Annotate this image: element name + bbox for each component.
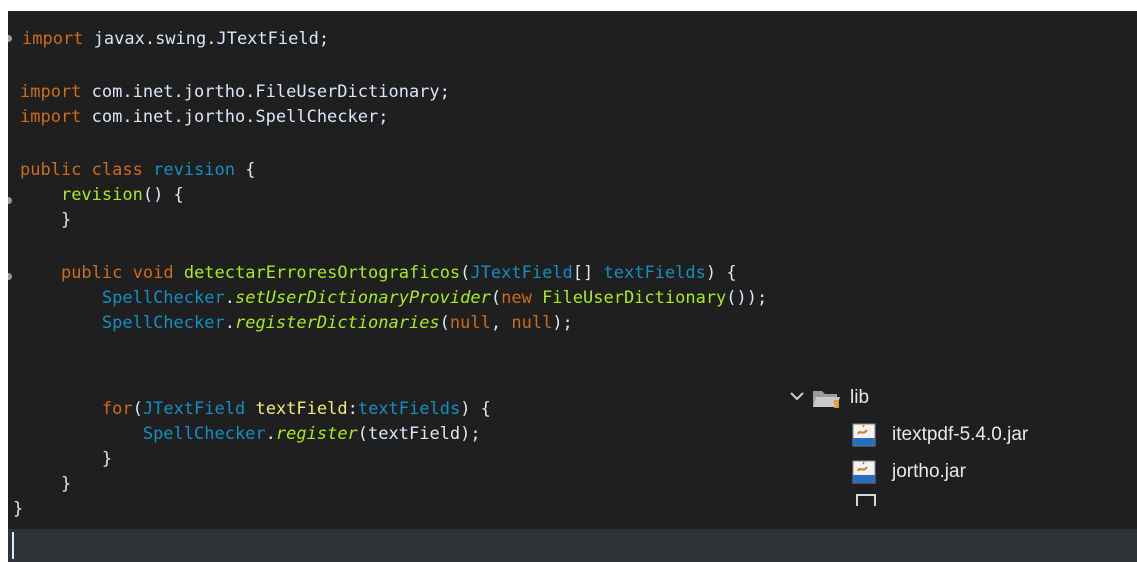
constructor-name: revision	[60, 185, 143, 205]
class-name: SpellChecker	[101, 288, 225, 308]
code-line-17[interactable]: }	[20, 447, 112, 472]
brace: }	[13, 499, 24, 519]
jar-file-icon	[852, 460, 876, 484]
null-literal: null	[511, 313, 553, 333]
code-line-12[interactable]: SpellChecker.registerDictionaries(null, …	[20, 311, 573, 336]
class-name: revision	[153, 160, 235, 180]
chevron-down-icon[interactable]	[788, 387, 806, 405]
code-text: ) {	[705, 263, 737, 283]
static-method-name: register	[275, 424, 358, 444]
code-text: com.inet.jortho.FileUserDictionary;	[81, 82, 450, 102]
brace: }	[101, 449, 113, 469]
brace: }	[60, 474, 72, 494]
type-name: JTextField	[142, 399, 246, 419]
code-text: () {	[142, 185, 184, 205]
code-text: (	[439, 313, 450, 333]
constructor-name: FileUserDictionary	[542, 288, 727, 308]
code-text: []	[572, 263, 604, 283]
code-line-18[interactable]: }	[20, 472, 71, 497]
code-line-6[interactable]: public class revision {	[20, 158, 256, 183]
fold-marker-icon[interactable]	[8, 35, 12, 42]
code-text: .	[224, 288, 235, 308]
package-explorer-overlay: lib itextpdf-5.4.0.jar jortho.jar	[788, 381, 1137, 506]
code-line-4[interactable]: import com.inet.jortho.SpellChecker;	[20, 105, 388, 130]
keyword: public	[60, 263, 123, 283]
code-text: javax.swing.JTextField;	[83, 29, 330, 49]
cut-off-tree-label	[893, 498, 1053, 506]
jar-file-icon	[852, 423, 876, 447]
code-text: com.inet.jortho.SpellChecker;	[81, 107, 389, 127]
class-name: SpellChecker	[101, 313, 225, 333]
keyword: import	[20, 82, 82, 102]
keyword: public	[20, 160, 82, 180]
current-line-highlight	[8, 529, 1137, 562]
null-literal: null	[449, 313, 491, 333]
code-text: :	[347, 399, 358, 419]
tree-item-label: lib	[850, 387, 870, 408]
screenshot-frame: import javax.swing.JTextField; import co…	[0, 0, 1137, 562]
tree-item-jar[interactable]: jortho.jar	[852, 457, 1137, 487]
brace: }	[60, 210, 72, 230]
method-name: detectarErroresOrtograficos	[183, 263, 461, 283]
keyword: void	[132, 263, 174, 283]
parameter-name: textFields	[603, 263, 706, 283]
code-line-1[interactable]: import javax.swing.JTextField;	[22, 27, 329, 52]
code-text: );	[552, 313, 573, 333]
code-text: (	[490, 288, 502, 308]
code-line-11[interactable]: SpellChecker.setUserDictionaryProvider(n…	[20, 286, 767, 311]
code-line-10[interactable]: public void detectarErroresOrtograficos(…	[20, 261, 737, 286]
tree-item-lib[interactable]: lib	[788, 383, 908, 413]
tree-item-label: itextpdf-5.4.0.jar	[892, 424, 1029, 445]
code-text: .	[224, 313, 235, 333]
keyword: import	[20, 107, 82, 127]
class-name: SpellChecker	[142, 424, 266, 444]
code-text: (	[132, 399, 143, 419]
library-folder-icon	[813, 391, 840, 408]
variable-name: textField	[255, 399, 348, 419]
keyword: for	[101, 399, 133, 419]
code-text: (	[460, 263, 471, 283]
tree-item-jar[interactable]: itextpdf-5.4.0.jar	[852, 420, 1137, 450]
code-line-7[interactable]: revision() {	[20, 183, 184, 208]
static-method-name: setUserDictionaryProvider	[234, 288, 491, 308]
code-editor[interactable]: import javax.swing.JTextField; import co…	[8, 11, 1137, 562]
keyword: new	[501, 288, 532, 308]
code-text: ());	[726, 288, 768, 308]
fold-marker-icon[interactable]	[8, 273, 12, 280]
fold-marker-icon[interactable]	[8, 197, 12, 204]
keyword: import	[22, 29, 84, 49]
static-method-name: registerDictionaries	[234, 313, 440, 333]
code-text: (textField);	[357, 424, 481, 444]
code-text: .	[265, 424, 276, 444]
code-line-16[interactable]: SpellChecker.register(textField);	[20, 422, 481, 447]
tree-item-label: jortho.jar	[892, 461, 966, 482]
code-line-19[interactable]: }	[13, 497, 23, 522]
type-name: JTextField	[470, 263, 573, 283]
code-line-8[interactable]: }	[20, 208, 71, 233]
code-text: ,	[490, 313, 512, 333]
code-line-15[interactable]: for(JTextField textField:textFields) {	[20, 397, 491, 422]
cut-off-file-icon	[856, 494, 878, 506]
brace: {	[245, 160, 256, 180]
code-text: ) {	[460, 399, 491, 419]
code-line-3[interactable]: import com.inet.jortho.FileUserDictionar…	[20, 80, 450, 105]
text-cursor	[12, 532, 14, 559]
keyword: class	[91, 160, 143, 180]
parameter-name: textFields	[357, 399, 461, 419]
